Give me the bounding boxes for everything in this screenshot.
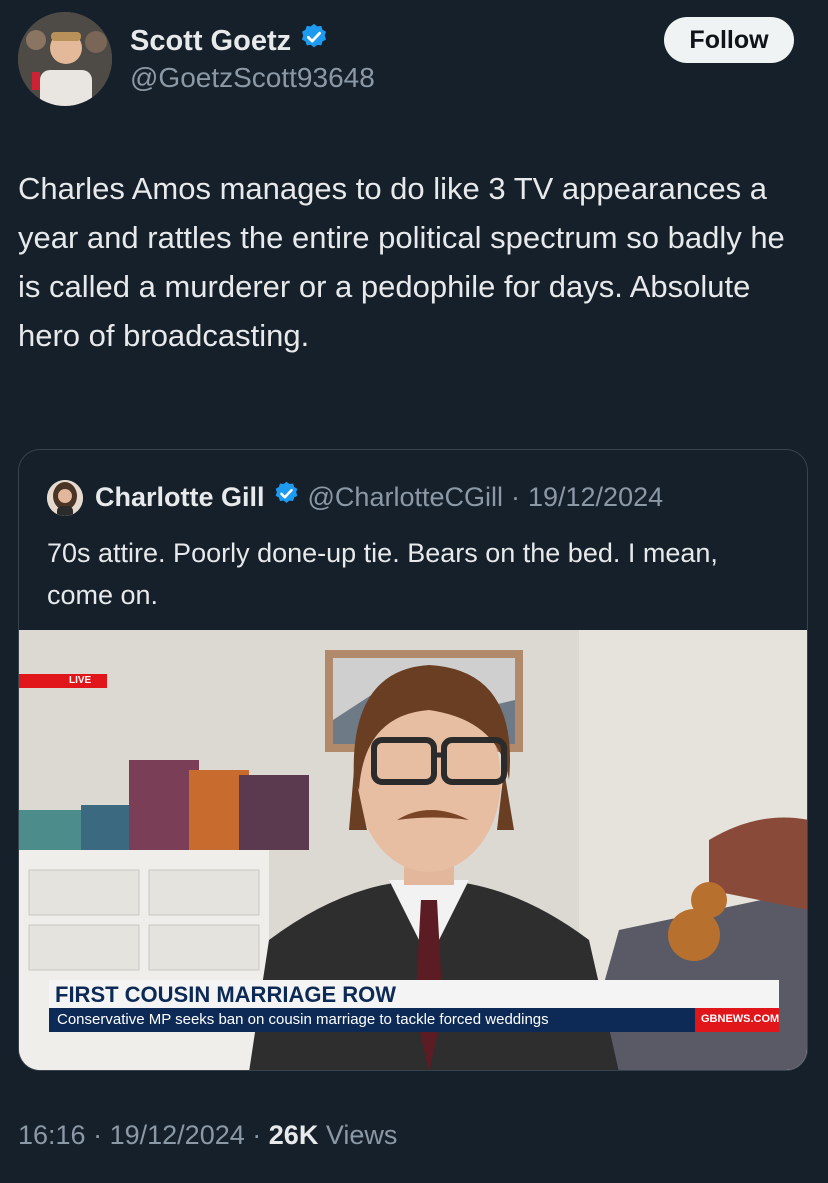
quoted-author-name[interactable]: Charlotte Gill <box>95 482 265 513</box>
author-name-row[interactable]: Scott Goetz <box>130 22 329 60</box>
separator-dot: · <box>510 481 520 512</box>
quoted-tweet-card[interactable]: Charlotte Gill @CharlotteCGill · 19/12/2… <box>18 449 808 1071</box>
author-name[interactable]: Scott Goetz <box>130 25 291 58</box>
tweet-text: Charles Amos manages to do like 3 TV app… <box>18 171 785 353</box>
news-headline-bar: FIRST COUSIN MARRIAGE ROW <box>49 980 779 1008</box>
follow-button[interactable]: Follow <box>664 17 794 63</box>
quoted-author-avatar[interactable] <box>47 480 83 516</box>
live-badge: LIVE <box>19 674 107 688</box>
quoted-tweet-header: Charlotte Gill @CharlotteCGill · 19/12/2… <box>95 480 663 514</box>
views-label: Views <box>325 1120 398 1150</box>
quoted-tweet-text: 70s attire. Poorly done-up tie. Bears on… <box>47 538 718 610</box>
views-count: 26K <box>268 1120 319 1150</box>
separator-dot: · <box>93 1120 103 1150</box>
news-ticker: Conservative MP seeks ban on cousin marr… <box>57 1011 549 1028</box>
quoted-tweet-date[interactable]: 19/12/2024 <box>528 482 663 513</box>
verified-badge-icon <box>273 480 300 514</box>
live-label: LIVE <box>69 675 92 686</box>
news-headline: FIRST COUSIN MARRIAGE ROW <box>55 982 396 1007</box>
separator-dot: · <box>252 1120 262 1150</box>
quoted-author-handle[interactable]: @CharlotteCGill <box>308 482 503 513</box>
author-handle[interactable]: @GoetzScott93648 <box>130 62 375 94</box>
news-ticker-bar: Conservative MP seeks ban on cousin marr… <box>49 1008 779 1032</box>
tweet-date[interactable]: 19/12/2024 <box>110 1120 245 1150</box>
channel-badge: GBNEWS.COM <box>695 1008 779 1032</box>
tweet-meta: 16:16 · 19/12/2024 · 26K Views <box>18 1120 397 1151</box>
author-avatar[interactable] <box>18 12 112 106</box>
tweet-time[interactable]: 16:16 <box>18 1120 86 1150</box>
verified-badge-icon <box>299 22 329 60</box>
quoted-tweet-media[interactable]: LIVE FIRST COUSIN MARRIAGE ROW Conservat… <box>19 630 807 1070</box>
channel-label: GBNEWS.COM <box>701 1013 780 1025</box>
